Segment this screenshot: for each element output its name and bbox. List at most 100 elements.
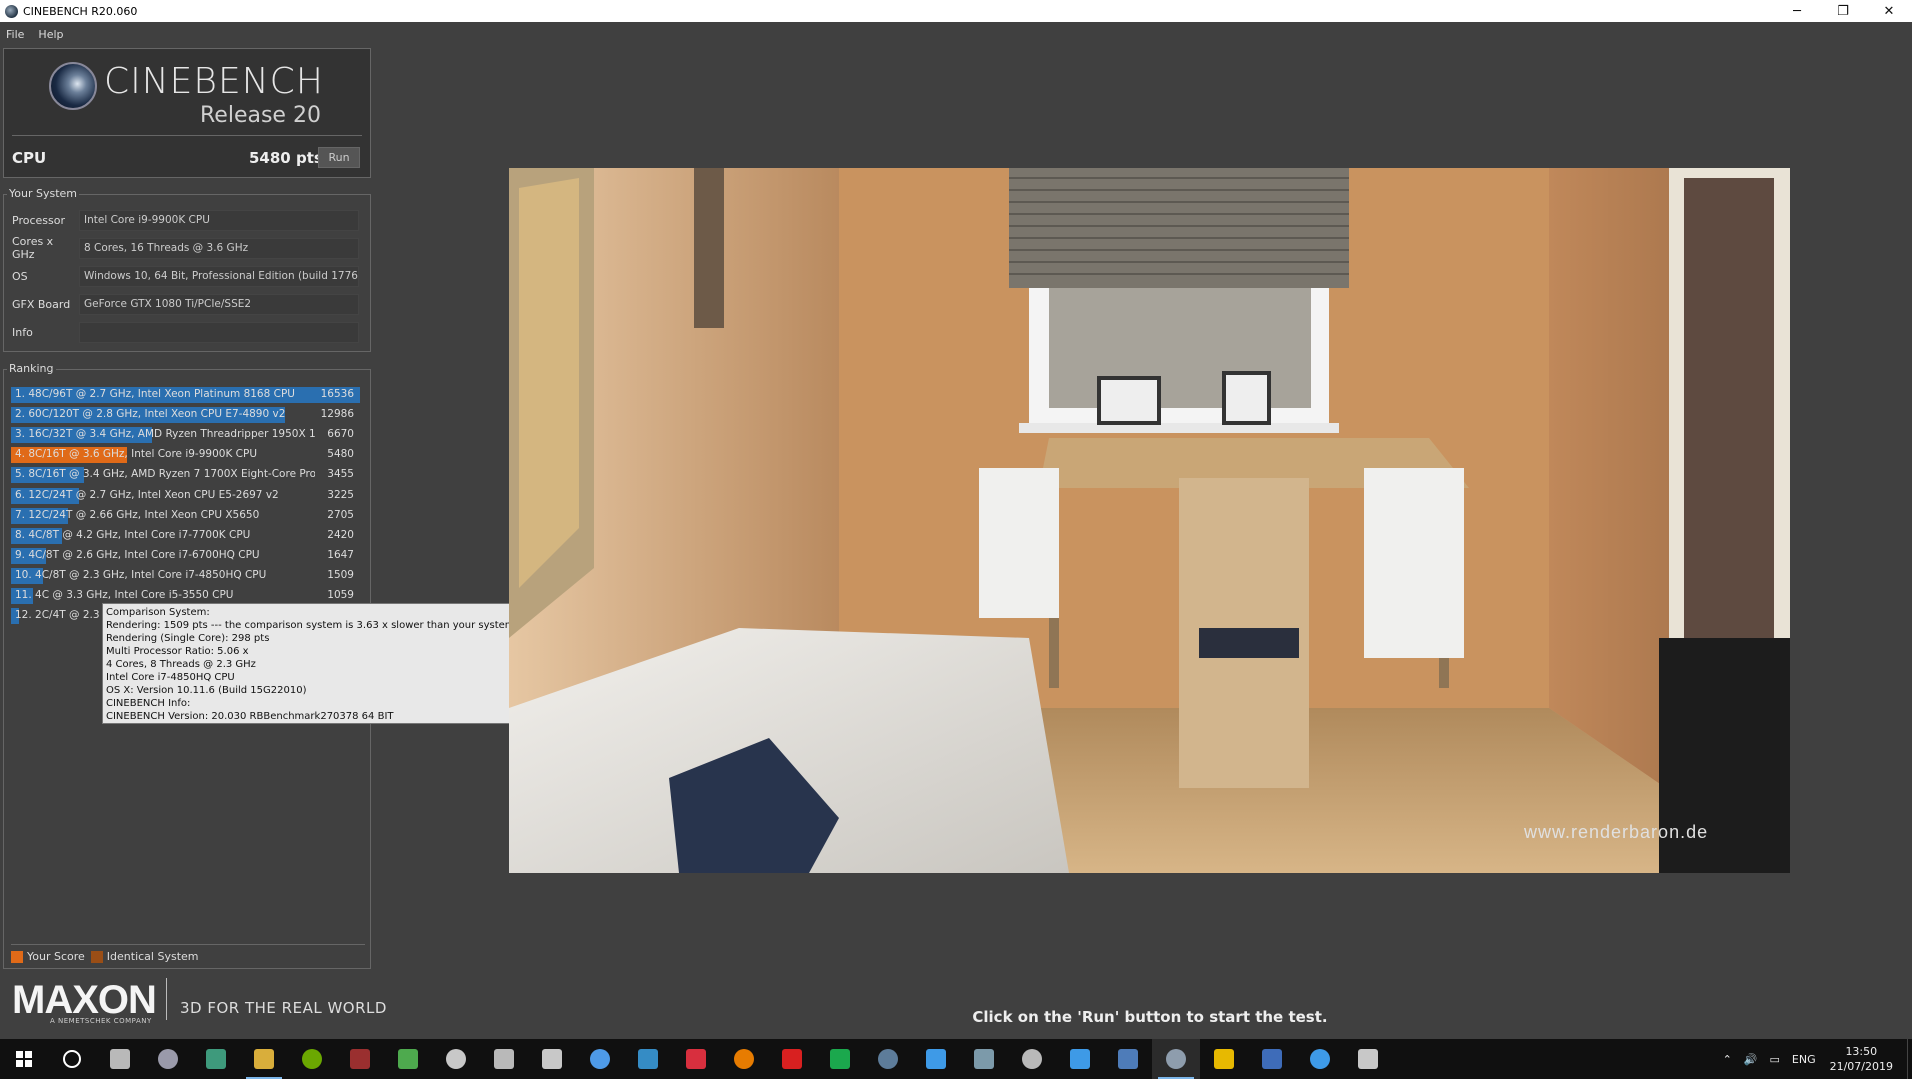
ranking-row[interactable]: 5. 8C/16T @ 3.4 GHz, AMD Ryzen 7 1700X E… (11, 467, 360, 485)
ranking-row[interactable]: 3. 16C/32T @ 3.4 GHz, AMD Ryzen Threadri… (11, 427, 360, 445)
app-icon-5-glyph (1262, 1049, 1282, 1069)
run-button[interactable]: Run (318, 147, 360, 168)
network-icon-glyph (206, 1049, 226, 1069)
close-button[interactable]: ✕ (1866, 0, 1912, 22)
calendar-icon[interactable] (1008, 1039, 1056, 1079)
chevron-up-icon[interactable]: ⌃ (1723, 1053, 1732, 1066)
your-score-swatch (11, 950, 23, 963)
render-watermark: www.renderbaron.de (1523, 822, 1708, 842)
window-title: CINEBENCH R20.060 (23, 4, 138, 18)
ranking-label: 4. 8C/16T @ 3.6 GHz, Intel Core i9-9900K… (15, 448, 258, 461)
ranking-row[interactable]: 6. 12C/24T @ 2.7 GHz, Intel Xeon CPU E5-… (11, 487, 360, 506)
app-icon-6[interactable] (1344, 1039, 1392, 1079)
teamviewer-icon-glyph (1310, 1049, 1330, 1069)
ranking-row[interactable]: 9. 4C/8T @ 2.6 GHz, Intel Core i7-6700HQ… (11, 547, 360, 566)
language-indicator[interactable]: ENG (1792, 1053, 1816, 1066)
maximize-button[interactable]: ❐ (1820, 0, 1866, 22)
gfx-label: GFX Board (12, 297, 71, 311)
clock-date: 21/07/2019 (1829, 1060, 1893, 1073)
ranking-title: Ranking (7, 362, 56, 375)
os-field[interactable]: Windows 10, 64 Bit, Professional Edition… (79, 265, 359, 287)
ranking-score: 5480 (327, 448, 354, 461)
system-tray: ⌃ 🔊 ▭ ENG 13:50 21/07/2019 (1717, 1039, 1912, 1079)
app-icon-glyph (158, 1049, 178, 1069)
ranking-row[interactable]: 1. 48C/96T @ 2.7 GHz, Intel Xeon Platinu… (11, 387, 360, 405)
gfx-field[interactable]: GeForce GTX 1080 Ti/PCIe/SSE2 (79, 293, 359, 315)
xbox-icon[interactable] (384, 1039, 432, 1079)
cinebench-icon-glyph (1166, 1049, 1186, 1069)
start-icon[interactable] (0, 1039, 48, 1079)
ranking-row[interactable]: 4. 8C/16T @ 3.6 GHz, Intel Core i9-9900K… (11, 447, 360, 465)
info-field[interactable] (79, 321, 359, 343)
minimize-button[interactable]: ─ (1774, 0, 1820, 22)
opera-icon[interactable] (768, 1039, 816, 1079)
network-tray-icon[interactable]: ▭ (1769, 1053, 1779, 1066)
settings-icon[interactable] (528, 1039, 576, 1079)
menu-file[interactable]: File (6, 28, 24, 41)
firefox-icon-glyph (734, 1049, 754, 1069)
edge-icon-glyph (638, 1049, 658, 1069)
file-explorer-icon[interactable] (240, 1039, 288, 1079)
calculator-icon[interactable] (432, 1039, 480, 1079)
store-icon[interactable] (1056, 1039, 1104, 1079)
app-icon[interactable] (144, 1039, 192, 1079)
cinebench-icon[interactable] (1152, 1039, 1200, 1079)
media-icon-glyph (974, 1049, 994, 1069)
ranking-label: 10. 4C/8T @ 2.3 GHz, Intel Core i7-4850H… (15, 568, 267, 581)
ranking-row[interactable]: 2. 60C/120T @ 2.8 GHz, Intel Xeon CPU E7… (11, 407, 360, 425)
cpu-score: 5480 pts (249, 149, 323, 167)
volume-icon[interactable]: 🔊 (1744, 1053, 1758, 1066)
store-icon-glyph (1070, 1049, 1090, 1069)
nvidia-icon[interactable] (288, 1039, 336, 1079)
teamviewer-icon[interactable] (1296, 1039, 1344, 1079)
app-icon-5[interactable] (1248, 1039, 1296, 1079)
ranking-row[interactable]: 8. 4C/8T @ 4.2 GHz, Intel Core i7-7700K … (11, 527, 360, 546)
ranking-row[interactable]: 10. 4C/8T @ 2.3 GHz, Intel Core i7-4850H… (11, 567, 360, 586)
taskbar: ⌃ 🔊 ▭ ENG 13:50 21/07/2019 (0, 1039, 1912, 1079)
task-view-icon-glyph (110, 1049, 130, 1069)
remote-icon[interactable] (1104, 1039, 1152, 1079)
processor-field[interactable]: Intel Core i9-9900K CPU (79, 209, 359, 231)
app-icon-3[interactable] (912, 1039, 960, 1079)
info-row: Info (12, 321, 359, 343)
ranking-label: 9. 4C/8T @ 2.6 GHz, Intel Core i7-6700HQ… (15, 548, 260, 561)
ranking-legend: Your Score Identical System (11, 950, 199, 963)
your-system-group: Your System Processor Intel Core i9-9900… (3, 187, 371, 352)
clock[interactable]: 13:50 21/07/2019 (1830, 1044, 1893, 1074)
ranking-score: 12986 (320, 408, 354, 421)
ranking-score: 3455 (327, 468, 354, 481)
app-icon-4[interactable] (1200, 1039, 1248, 1079)
tooltip-line: CINEBENCH Info: (106, 698, 191, 709)
divider (11, 944, 365, 945)
chrome-icon-glyph (686, 1049, 706, 1069)
ranking-row[interactable]: 7. 12C/24T @ 2.66 GHz, Intel Xeon CPU X5… (11, 507, 360, 526)
app-icon-2[interactable] (336, 1039, 384, 1079)
media-icon[interactable] (960, 1039, 1008, 1079)
steam-icon[interactable] (864, 1039, 912, 1079)
task-view-icon[interactable] (96, 1039, 144, 1079)
nvidia-icon-glyph (302, 1049, 322, 1069)
paint-icon[interactable] (576, 1039, 624, 1079)
chrome-icon[interactable] (672, 1039, 720, 1079)
search-icon[interactable] (48, 1039, 96, 1079)
menu-help[interactable]: Help (38, 28, 63, 41)
cinebench-app-icon (5, 4, 18, 18)
settings-icon-glyph (542, 1049, 562, 1069)
ranking-score: 1647 (327, 548, 354, 561)
title-bar: CINEBENCH R20.060 ─ ❐ ✕ (0, 0, 1912, 22)
ranking-label: 11. 4C @ 3.3 GHz, Intel Core i5-3550 CPU (15, 589, 234, 601)
ranking-label: 1. 48C/96T @ 2.7 GHz, Intel Xeon Platinu… (15, 388, 295, 400)
cores-field[interactable]: 8 Cores, 16 Threads @ 3.6 GHz (79, 237, 359, 259)
ranking-label: 7. 12C/24T @ 2.66 GHz, Intel Xeon CPU X5… (15, 508, 260, 521)
edge-icon[interactable] (624, 1039, 672, 1079)
show-desktop-button[interactable] (1907, 1039, 1912, 1079)
spotify-icon[interactable] (816, 1039, 864, 1079)
ranking-score: 6670 (327, 428, 354, 441)
tooltip-line: Multi Processor Ratio: 5.06 x (106, 646, 249, 657)
notepad-icon[interactable] (480, 1039, 528, 1079)
network-icon[interactable] (192, 1039, 240, 1079)
menu-bar: File Help (0, 22, 1912, 46)
notepad-icon-glyph (494, 1049, 514, 1069)
start-icon-glyph (16, 1051, 32, 1067)
firefox-icon[interactable] (720, 1039, 768, 1079)
